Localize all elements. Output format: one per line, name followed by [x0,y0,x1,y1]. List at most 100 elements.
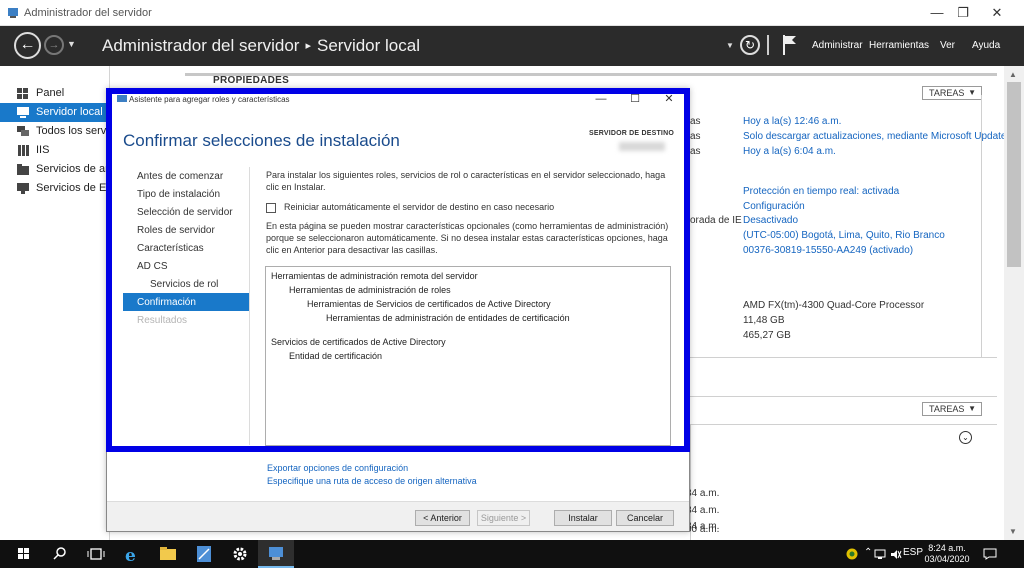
timezone-link[interactable]: (UTC-05:00) Bogotá, Lima, Quito, Rio Bra… [743,230,945,241]
clock-date: 03/04/2020 [924,554,970,564]
dialog-close-button[interactable]: ✕ [657,91,681,107]
app-button[interactable] [186,540,222,568]
page-title: Confirmar selecciones de instalación [123,131,400,150]
step-server-selection[interactable]: Selección de servidor [123,203,250,221]
system-clock[interactable]: 8:24 a.m. 03/04/2020 [922,543,972,565]
step-ad-cs[interactable]: AD CS [123,257,250,275]
settings-button[interactable] [222,540,258,568]
windows-update-link[interactable]: Solo descargar actualizaciones, mediante… [743,131,1006,142]
sidebar-item-iis[interactable]: IIS [0,141,110,160]
dialog-maximize-button[interactable]: ☐ [623,91,647,107]
restart-checkbox[interactable] [266,203,276,213]
menu-manage[interactable]: Administrar [812,40,863,51]
window-titlebar: Administrador del servidor — ❐ ✕ [0,0,1024,26]
last-update-install-link[interactable]: Hoy a la(s) 6:04 a.m. [743,146,836,157]
feedback-diagnostics-link[interactable]: Configuración [743,201,805,212]
properties-title: PROPIEDADES [213,75,290,86]
events-tasks-dropdown[interactable]: TAREAS ▼ [922,402,982,416]
file-explorer-button[interactable] [150,540,186,568]
close-button[interactable]: ✕ [980,0,1014,26]
menu-view[interactable]: Ver [940,40,955,51]
server-manager-icon [269,547,283,560]
notepad-icon [197,546,211,562]
taskbar: e ⌃ ESP 8:24 a.m. 03/04/2020 [0,540,1024,568]
optional-features-note: En esta página se pueden mostrar caracte… [266,221,669,255]
wizard-icon [117,95,127,102]
list-item: Entidad de certificación [289,351,383,361]
expand-chevron-icon[interactable]: ⌄ [959,431,972,444]
vertical-scrollbar[interactable]: ▲ ▼ [1004,66,1024,540]
chevron-down-icon[interactable]: ▼ [726,41,734,50]
action-center-icon[interactable] [983,548,997,560]
window-title: Administrador del servidor [24,7,152,19]
scrollbar-thumb[interactable] [1007,82,1021,267]
server-manager-taskbar-button[interactable] [258,540,294,568]
folder-icon [160,547,176,560]
processor-value: AMD FX(tm)-4300 Quad-Core Processor [743,300,925,311]
destination-server-name-redacted [619,142,665,151]
sidebar-item-file-services[interactable]: Servicios de archivos [0,160,110,179]
security-shield-icon[interactable] [846,548,858,560]
step-role-services[interactable]: Servicios de rol [123,275,250,293]
export-settings-link[interactable]: Exportar opciones de configuración [267,463,408,473]
search-icon [53,547,66,560]
sidebar-item-all-servers[interactable]: Todos los servidores [0,122,110,141]
step-confirmation[interactable]: Confirmación [123,293,250,311]
menu-help[interactable]: Ayuda [972,40,1000,51]
gear-icon [233,547,247,561]
ie-enhanced-security-link[interactable]: Desactivado [743,215,798,226]
cancel-button[interactable]: Cancelar [616,510,674,526]
server-manager-icon [8,8,18,18]
list-item: Herramientas de administración de entida… [326,313,570,323]
sidebar-item-panel[interactable]: Panel [0,84,110,103]
step-features[interactable]: Características [123,239,250,257]
event-time: 34 a.m. [686,488,720,499]
servers-icon [17,126,29,136]
defender-link[interactable]: Protección en tiempo real: activada [743,186,899,197]
history-dropdown-icon[interactable]: ▼ [67,39,76,49]
volume-icon[interactable] [890,549,902,560]
dialog-minimize-button[interactable]: — [589,91,613,107]
tray-chevron-icon[interactable]: ⌃ [864,547,872,558]
tasks-dropdown[interactable]: TAREAS ▼ [922,86,982,100]
internet-explorer-button[interactable]: e [114,540,150,568]
scroll-down-icon[interactable]: ▼ [1009,527,1017,536]
selections-list[interactable]: Herramientas de administración remota de… [265,266,671,446]
sidebar-item-remote-desktop[interactable]: Servicios de Escritorio [0,179,110,198]
search-button[interactable] [42,540,78,568]
list-item: Herramientas de Servicios de certificado… [307,299,551,309]
dialog-title: Asistente para agregar roles y caracterí… [129,95,290,104]
step-installation-type[interactable]: Tipo de instalación [123,185,250,203]
list-item: Servicios de certificados de Active Dire… [271,337,446,347]
previous-button[interactable]: < Anterior [415,510,470,526]
add-roles-wizard-dialog: Asistente para agregar roles y caracterí… [106,88,690,532]
scroll-up-icon[interactable]: ▲ [1009,70,1017,79]
list-item: Herramientas de administración remota de… [271,271,478,281]
back-button[interactable]: ← [14,32,41,59]
menu-tools[interactable]: Herramientas [869,40,929,51]
maximize-button[interactable]: ❐ [946,0,980,26]
breadcrumb-root[interactable]: Administrador del servidor [102,36,299,55]
step-before-you-begin[interactable]: Antes de comenzar [123,167,250,185]
destination-server-label: SERVIDOR DE DESTINO [589,130,674,137]
next-button[interactable]: Siguiente > [477,510,530,526]
breadcrumb: Administrador del servidor ▸ Servidor loca… [102,36,420,56]
forward-button[interactable]: → [44,35,64,55]
sidebar-item-local-server[interactable]: Servidor local [0,103,110,122]
install-button[interactable]: Instalar [554,510,612,526]
network-icon[interactable] [874,549,886,560]
steps-divider [249,167,250,445]
notifications-flag-icon[interactable] [782,34,798,56]
start-button[interactable] [6,540,42,568]
task-view-button[interactable] [78,540,114,568]
last-update-check-link[interactable]: Hoy a la(s) 12:46 a.m. [743,116,841,127]
product-id-link[interactable]: 00376-30819-15550-AA249 (activado) [743,245,913,256]
alternate-source-path-link[interactable]: Especifique una ruta de acceso de origen… [267,476,477,486]
restart-checkbox-label[interactable]: Reiniciar automáticamente el servidor de… [284,202,554,212]
property-label-fragment: as [690,146,701,157]
refresh-button[interactable]: ↻ [740,35,760,55]
input-language[interactable]: ESP [903,547,923,558]
properties-header-bar [185,73,997,87]
step-server-roles[interactable]: Roles de servidor [123,221,250,239]
remote-desktop-icon [17,183,29,194]
